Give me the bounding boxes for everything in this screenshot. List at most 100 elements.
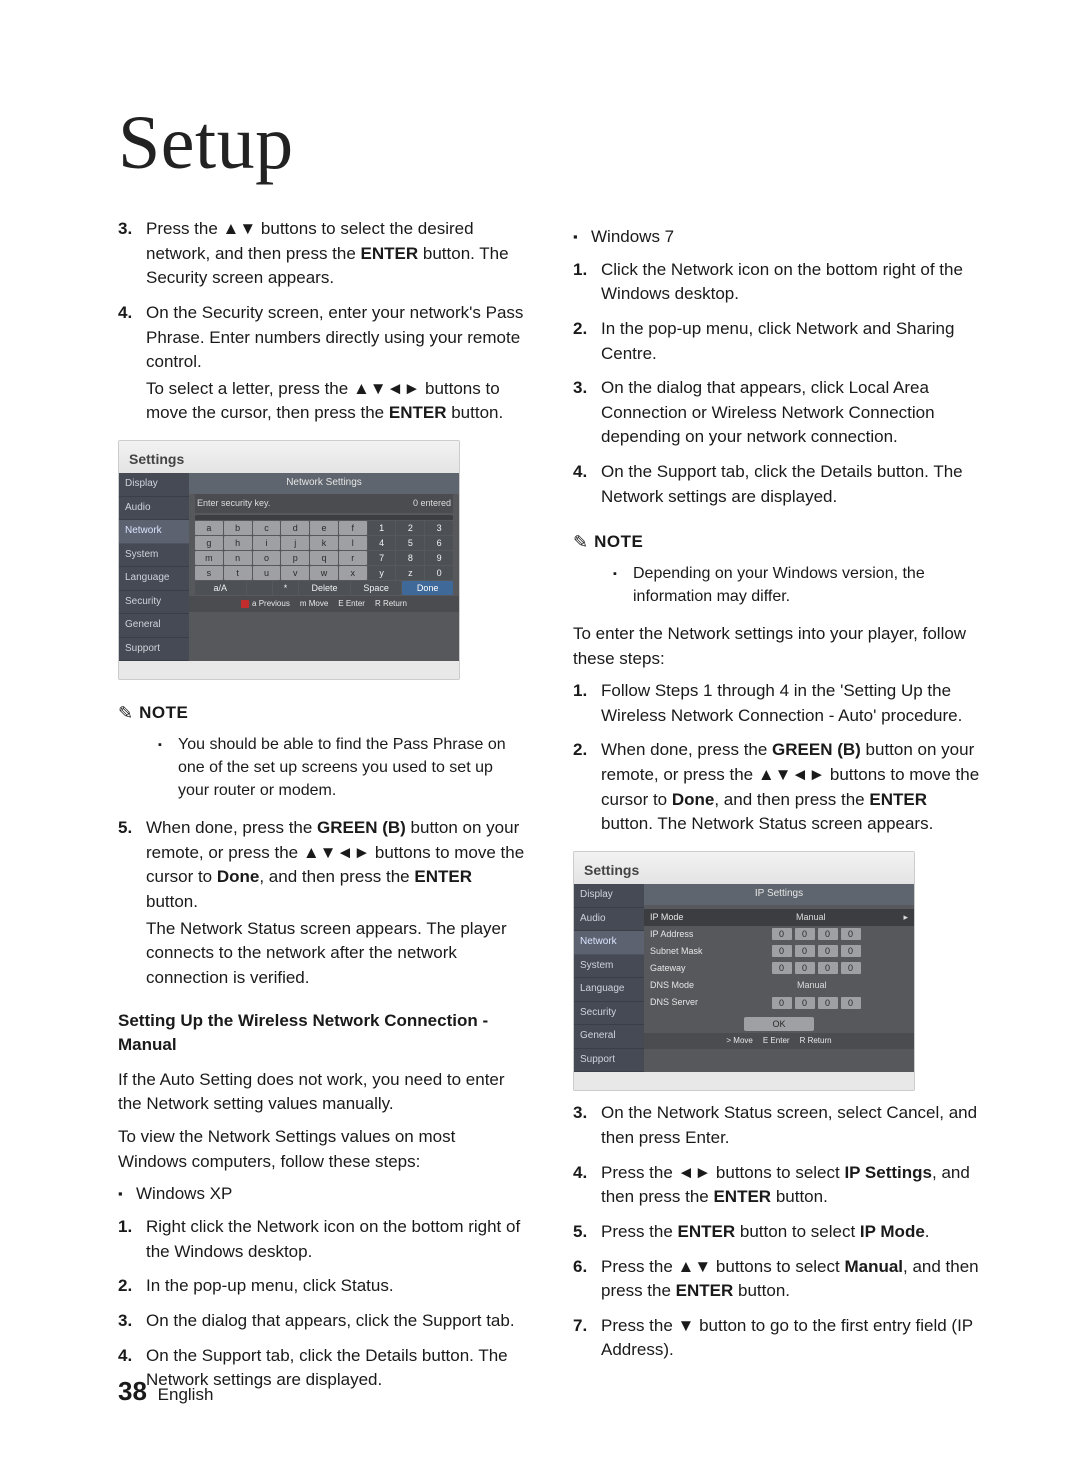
arrow-icons: ◄► (678, 1163, 712, 1182)
enter-label: ENTER (713, 1187, 771, 1206)
panel-heading: Network Settings (189, 473, 459, 494)
network-settings-screenshot: Settings Display Audio Network System La… (118, 440, 460, 680)
kb-key: n (224, 551, 252, 565)
panel-title: Settings (119, 441, 459, 473)
ip-segment: 0 (772, 997, 792, 1009)
step-3: 3. Press the ▲▼ buttons to select the de… (118, 217, 525, 291)
kb-key: Space (351, 581, 402, 595)
sidebar-item-audio: Audio (574, 908, 644, 932)
step-number: 3. (573, 1101, 601, 1150)
text: button to select (735, 1222, 860, 1241)
page-footer: 38 English (118, 1376, 213, 1407)
text: button. (771, 1187, 828, 1206)
foot-previous: a Previous (252, 598, 290, 610)
ip-settings-screenshot: Settings Display Audio Network System La… (573, 851, 915, 1091)
foot-move: m Move (300, 598, 328, 610)
step-number: 1. (118, 1215, 146, 1264)
kb-key: a/A (195, 581, 246, 595)
red-a-icon (241, 600, 249, 608)
text: . (925, 1222, 930, 1241)
dns-server-label: DNS Server (650, 996, 724, 1009)
step-number: 2. (573, 317, 601, 366)
sidebar-item-security: Security (574, 1002, 644, 1026)
kb-key: Done (402, 581, 453, 595)
text: Click the Network icon on the bottom rig… (601, 258, 980, 307)
panel-title: Settings (574, 852, 914, 884)
kb-key: h (224, 536, 252, 550)
step-number: 5. (573, 1220, 601, 1245)
settings-sidebar: Display Audio Network System Language Se… (574, 884, 644, 1072)
sidebar-item-language: Language (574, 978, 644, 1002)
ip-segment: 0 (772, 928, 792, 940)
sidebar-item-audio: Audio (119, 497, 189, 521)
ip-segment: 0 (818, 962, 838, 974)
foot-return: R Return (375, 598, 407, 610)
sidebar-item-support: Support (574, 1049, 644, 1073)
green-b-label: GREEN (B) (317, 818, 406, 837)
ip-segment: 0 (795, 928, 815, 940)
input-bar (195, 515, 453, 520)
enter-security-label: Enter security key. (197, 497, 270, 510)
sidebar-item-display: Display (119, 473, 189, 497)
down-arrow-icon: ▼ (678, 1316, 695, 1335)
ip-mode-label: IP Mode (860, 1222, 925, 1241)
ip-segment: 0 (841, 997, 861, 1009)
text: Press the (601, 1163, 678, 1182)
step-5: 5. When done, press the GREEN (B) button… (118, 816, 525, 990)
chevron-right-icon: ▸ (897, 911, 908, 924)
step-number: 7. (573, 1314, 601, 1363)
ip-segment: 0 (841, 945, 861, 957)
ip-segment: 0 (772, 945, 792, 957)
kb-key: z (396, 566, 424, 580)
paragraph: If the Auto Setting does not work, you n… (118, 1068, 525, 1117)
enter-label: ENTER (869, 790, 927, 809)
step-number: 1. (573, 258, 601, 307)
kb-key: w (310, 566, 338, 580)
text: Press the (601, 1316, 678, 1335)
panel-footer: a Previous m Move E Enter R Return (189, 596, 459, 612)
section-heading: Setting Up the Wireless Network Connecti… (118, 1009, 525, 1058)
kb-key: Delete (299, 581, 350, 595)
ip-segment: 0 (795, 997, 815, 1009)
ip-segment: 0 (795, 962, 815, 974)
ip-segment: 0 (841, 962, 861, 974)
sidebar-item-display: Display (574, 884, 644, 908)
ip-settings-label: IP Settings (844, 1163, 932, 1182)
kb-key: q (310, 551, 338, 565)
text: Right click the Network icon on the bott… (146, 1215, 525, 1264)
sidebar-item-general: General (119, 614, 189, 638)
kb-key: i (253, 536, 281, 550)
text: buttons to select (711, 1163, 844, 1182)
kb-key: 9 (425, 551, 453, 565)
enter-label: ENTER (678, 1222, 736, 1241)
bullet-square-icon: ▪ (613, 562, 633, 608)
bullet-square-icon: ▪ (573, 225, 591, 250)
text: button. The Network Status screen appear… (601, 814, 933, 833)
note-heading: ✎ NOTE (118, 700, 525, 726)
ip-segment: 0 (818, 945, 838, 957)
panel-footer: > Move E Enter R Return (644, 1033, 914, 1049)
note-text: You should be able to find the Pass Phra… (178, 733, 525, 803)
kb-key (247, 581, 272, 595)
foot-move: > Move (726, 1035, 752, 1047)
text: On the Support tab, click the Details bu… (601, 460, 980, 509)
step-number: 2. (573, 738, 601, 837)
arrow-icons: ▲▼◄► (353, 379, 420, 398)
kb-key: u (253, 566, 281, 580)
ip-segment: 0 (795, 945, 815, 957)
page-title: Setup (118, 100, 980, 187)
manual-label: Manual (844, 1257, 903, 1276)
done-label: Done (217, 867, 260, 886)
text: Press the (601, 1222, 678, 1241)
sidebar-item-network: Network (574, 931, 644, 955)
kb-key: y (368, 566, 396, 580)
kb-key: 5 (396, 536, 424, 550)
enter-label: ENTER (676, 1281, 734, 1300)
kb-key: 8 (396, 551, 424, 565)
text: On the dialog that appears, click the Su… (146, 1309, 525, 1334)
kb-key: a (195, 521, 223, 535)
kb-key: k (310, 536, 338, 550)
ip-mode-value: Manual (724, 911, 897, 924)
windows-xp-heading: ▪ Windows XP (118, 1182, 525, 1207)
bullet-square-icon: ▪ (118, 1182, 136, 1207)
